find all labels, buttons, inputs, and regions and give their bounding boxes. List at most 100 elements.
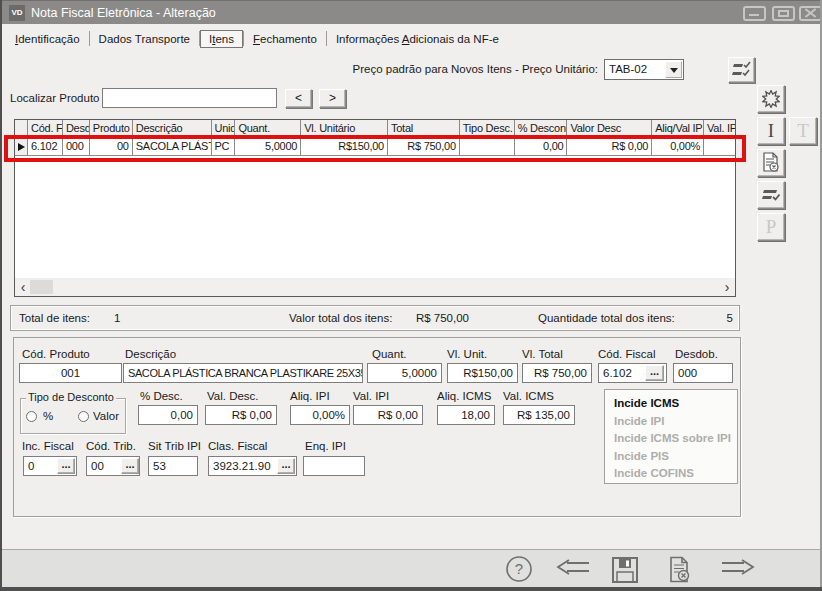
combobox-dropdown-button[interactable] xyxy=(665,61,682,78)
val-ipi-label: Val. IPI xyxy=(353,390,389,402)
incide-ipi: Incide IPI xyxy=(614,413,737,431)
clas-fiscal-lookup-button[interactable]: ... xyxy=(277,458,295,474)
svg-text:?: ? xyxy=(515,560,523,577)
window-border-left xyxy=(0,0,2,591)
aliq-ipi-field[interactable]: 0,00% xyxy=(290,405,350,425)
tab-bar: Identificação Dados Transporte Itens Fec… xyxy=(6,28,508,49)
horizontal-scrollbar[interactable]: ‹ › xyxy=(15,278,735,296)
scroll-right-icon[interactable]: › xyxy=(719,279,735,295)
enq-ipi-field[interactable] xyxy=(303,456,365,476)
arrow-right-icon xyxy=(718,555,758,583)
localizar-produto-input[interactable] xyxy=(102,88,277,108)
close-button[interactable] xyxy=(799,6,822,21)
checklist-icon xyxy=(758,182,784,208)
chevron-down-icon xyxy=(670,68,678,73)
new-item-button[interactable] xyxy=(757,85,785,113)
text-button-disabled: T xyxy=(789,117,817,145)
incide-icms-sobre-ipi: Incide ICMS sobre IPI xyxy=(614,430,737,448)
scroll-left-icon[interactable]: ‹ xyxy=(15,279,31,295)
combobox-value: TAB-02 xyxy=(609,63,647,75)
tipo-desconto-legend: Tipo de Desconto xyxy=(26,391,116,403)
totals-bar: Total de itens: 1 Valor total dos itens:… xyxy=(10,305,740,331)
star-icon xyxy=(762,90,780,108)
radio-percent-label: % xyxy=(43,410,53,422)
save-icon xyxy=(610,555,640,585)
sit-trib-ipi-field[interactable]: 53 xyxy=(148,456,198,476)
insert-item-button[interactable]: I xyxy=(757,117,785,145)
val-desc-label: Val. Desc. xyxy=(207,390,259,402)
quantidade-total-label: Quantidade total dos itens: xyxy=(538,312,675,324)
minimize-icon xyxy=(749,14,759,16)
valor-total-value: R$ 750,00 xyxy=(409,312,469,324)
scrollbar-thumb[interactable] xyxy=(30,280,53,294)
minimize-button[interactable] xyxy=(743,6,766,21)
print-button-disabled: P xyxy=(757,213,785,241)
cod-produto-field[interactable]: 001 xyxy=(19,363,122,383)
desdob-field[interactable]: 000 xyxy=(673,363,733,383)
quant-label: Quant. xyxy=(372,348,407,360)
save-button[interactable] xyxy=(610,555,640,585)
cancel-document-button[interactable] xyxy=(665,555,695,585)
vl-total-field[interactable]: R$ 750,00 xyxy=(522,363,592,383)
previous-button[interactable] xyxy=(553,555,593,583)
preco-padrao-label: Preço padrão para Novos Itens - Preço Un… xyxy=(353,63,598,75)
help-icon: ? xyxy=(505,555,533,583)
quant-field[interactable]: 5,0000 xyxy=(367,363,442,383)
window-border-bottom xyxy=(0,587,822,591)
delete-item-button[interactable] xyxy=(757,149,785,177)
next-button[interactable] xyxy=(718,555,758,583)
cod-fiscal-lookup-button[interactable]: ... xyxy=(645,365,664,381)
document-delete-icon xyxy=(758,150,784,176)
pct-desc-label: % Desc. xyxy=(140,390,183,402)
confirm-button[interactable] xyxy=(757,181,785,209)
incide-pis: Incide PIS xyxy=(614,448,737,466)
descricao-label: Descrição xyxy=(125,348,176,360)
val-icms-field[interactable]: R$ 135,00 xyxy=(503,405,575,425)
vl-unit-field[interactable]: R$150,00 xyxy=(447,363,518,383)
window: VD Nota Fiscal Eletrônica - Alteração Id… xyxy=(0,0,822,591)
tab-fechamento[interactable]: Fechamento xyxy=(244,31,326,47)
inc-fiscal-lookup-button[interactable]: ... xyxy=(57,458,75,474)
next-item-button[interactable]: > xyxy=(319,89,346,108)
title-bar[interactable]: VD Nota Fiscal Eletrônica - Alteração xyxy=(2,1,820,24)
preco-unitario-combobox[interactable]: TAB-02 xyxy=(604,59,684,80)
aliq-icms-field[interactable]: 18,00 xyxy=(437,405,495,425)
quantidade-total-value: 5 xyxy=(717,312,733,324)
radio-valor[interactable] xyxy=(78,411,89,422)
confirm-items-button[interactable] xyxy=(728,57,755,83)
help-button[interactable]: ? xyxy=(505,555,533,583)
checklist-icon xyxy=(729,58,754,82)
radio-valor-label: Valor xyxy=(93,410,119,422)
cod-trib-label: Cód. Trib. xyxy=(86,440,136,452)
inc-fiscal-label: Inc. Fiscal xyxy=(22,440,74,452)
total-itens-label: Total de itens: xyxy=(19,312,90,324)
enq-ipi-label: Enq. IPI xyxy=(305,440,346,452)
valor-total-label: Valor total dos itens: xyxy=(289,312,392,324)
arrow-left-icon xyxy=(553,555,593,583)
clas-fiscal-label: Clas. Fiscal xyxy=(208,440,267,452)
maximize-button[interactable] xyxy=(772,6,795,21)
val-ipi-field[interactable]: R$ 0,00 xyxy=(353,405,423,425)
sit-trib-ipi-label: Sit Trib IPI xyxy=(148,440,201,452)
tab-dados-transporte[interactable]: Dados Transporte xyxy=(90,31,199,47)
app-icon: VD xyxy=(9,5,25,21)
tab-informacoes-adicionais[interactable]: Informações Adicionais da NF-e xyxy=(327,31,508,47)
val-desc-field[interactable]: R$ 0,00 xyxy=(205,405,277,425)
previous-item-button[interactable]: < xyxy=(285,89,312,108)
descricao-field[interactable]: SACOLA PLÁSTICA BRANCA PLASTIKARE 25X35 xyxy=(123,363,363,383)
cod-fiscal-label: Cód. Fiscal xyxy=(598,348,656,360)
radio-percent[interactable] xyxy=(26,411,37,422)
incide-cofins: Incide COFINS xyxy=(614,465,737,483)
total-itens-value: 1 xyxy=(114,312,120,324)
tab-identificacao[interactable]: Identificação xyxy=(6,31,89,47)
aliq-ipi-label: Aliq. IPI xyxy=(290,390,330,402)
vl-total-label: Vl. Total xyxy=(522,348,563,360)
localizar-produto-label: Localizar Produto xyxy=(10,92,100,104)
bottom-toolbar xyxy=(2,550,820,587)
pct-desc-field[interactable]: 0,00 xyxy=(138,405,198,425)
desdob-label: Desdob. xyxy=(675,348,718,360)
cod-produto-label: Cód. Produto xyxy=(22,348,90,360)
cod-trib-lookup-button[interactable]: ... xyxy=(121,458,139,474)
incide-list: Incide ICMS Incide IPI Incide ICMS sobre… xyxy=(604,389,738,484)
tab-itens[interactable]: Itens xyxy=(200,30,243,48)
